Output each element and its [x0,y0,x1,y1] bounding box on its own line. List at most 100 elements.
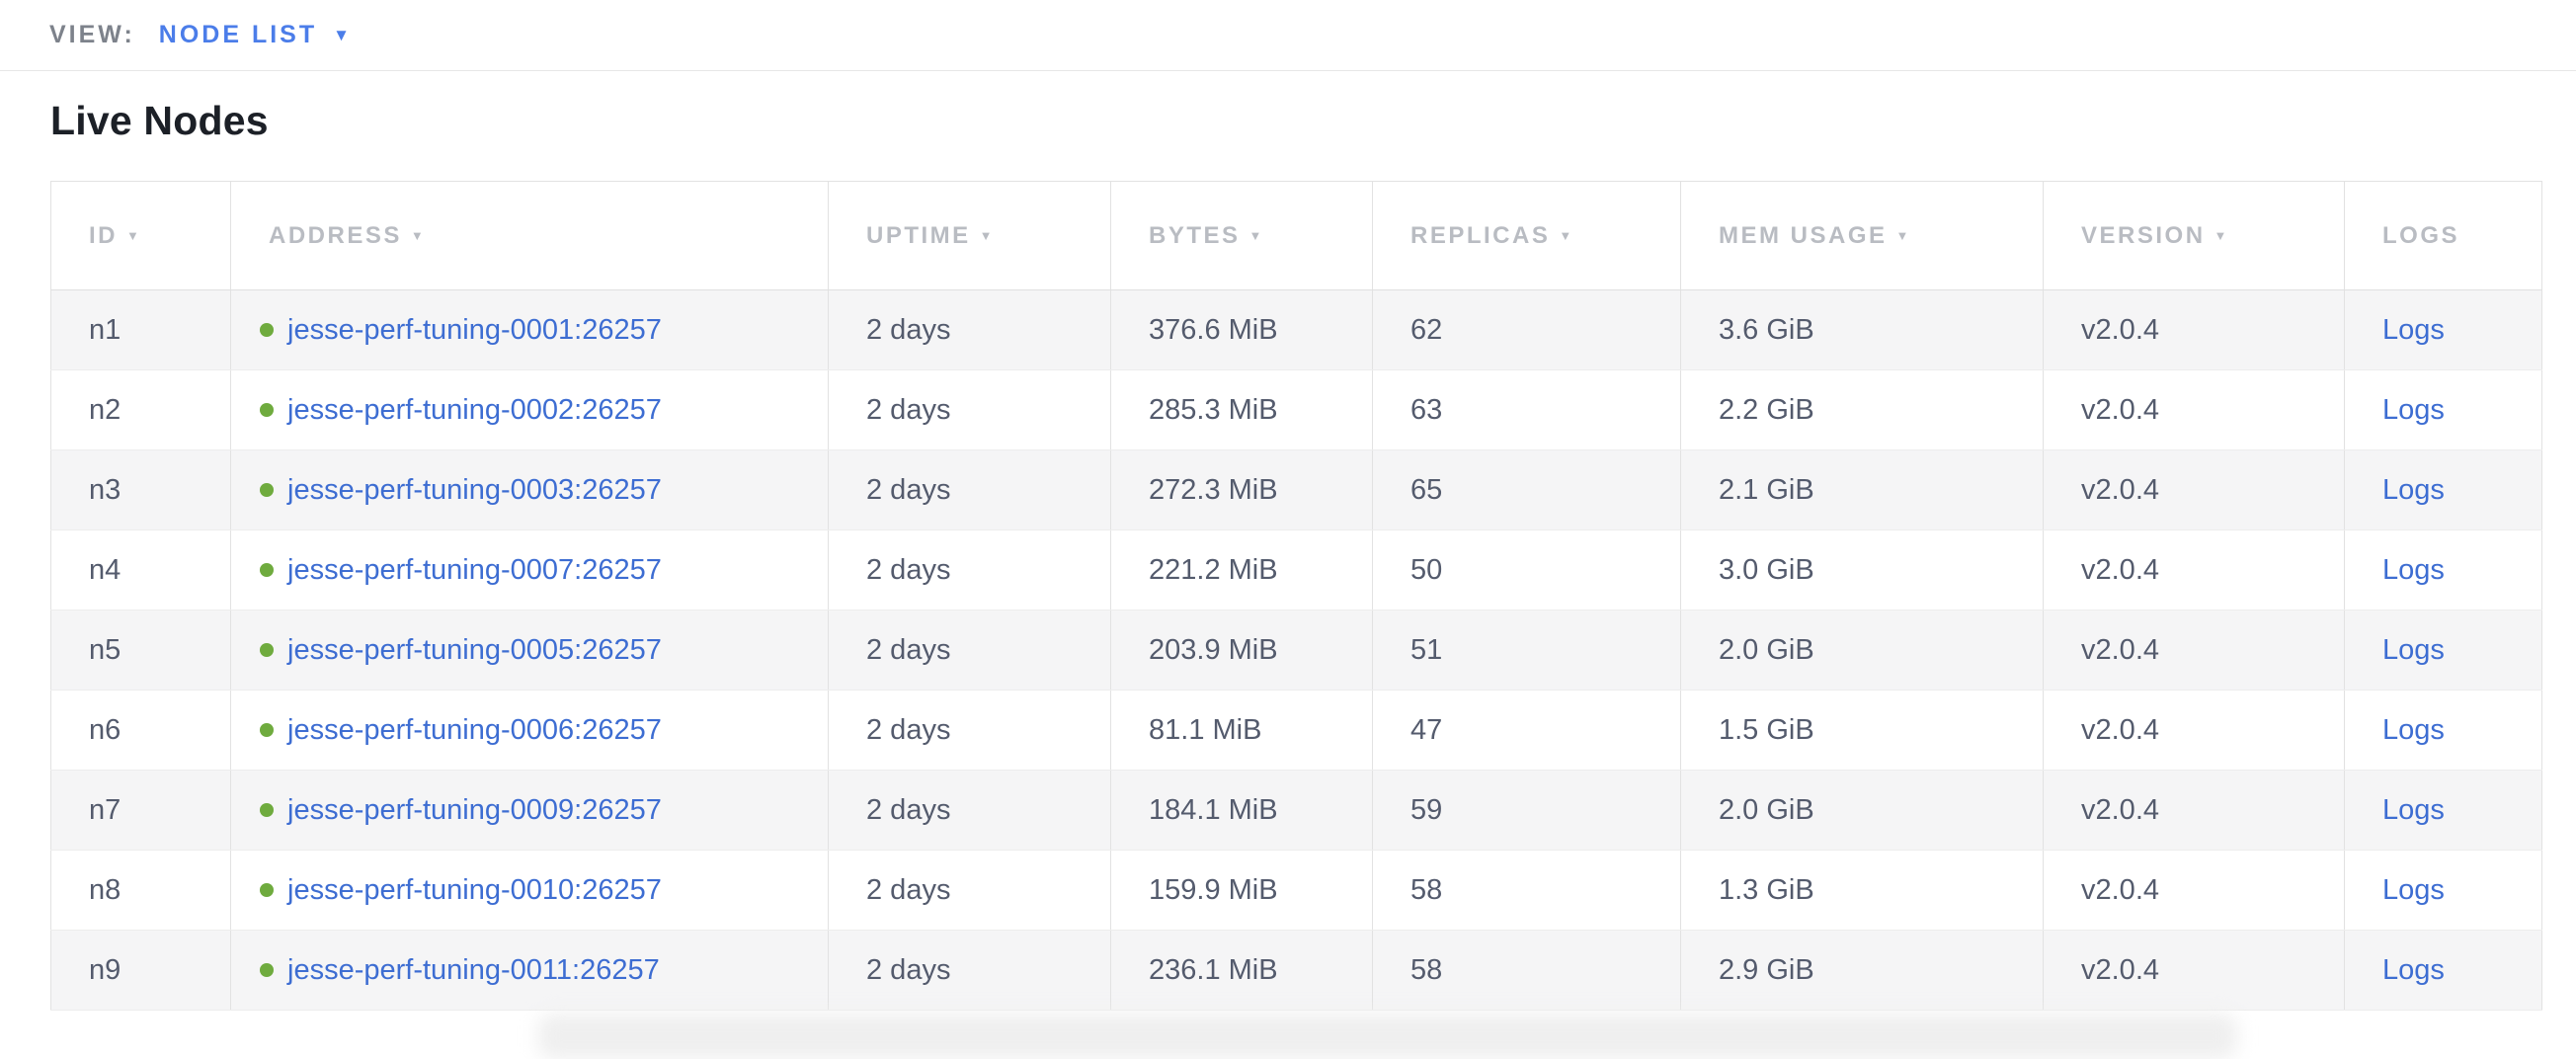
table-row: n3 jesse-perf-tuning-0003:26257 2 days 2… [51,450,2542,530]
node-address-link[interactable]: jesse-perf-tuning-0010:26257 [287,874,662,906]
node-replicas-cell: 62 [1373,290,1681,370]
node-bytes-cell: 203.9 MiB [1111,611,1373,691]
node-mem-usage-cell: 2.9 GiB [1681,931,2044,1011]
sort-caret-icon: ▼ [980,228,995,243]
node-version-cell: v2.0.4 [2044,530,2345,611]
main-content: Live Nodes ID▼ ADDRESS▼ UPTIME▼ BYTES▼ R… [0,97,2576,1011]
node-logs-cell: Logs [2345,851,2542,931]
node-address-cell: jesse-perf-tuning-0009:26257 [231,771,829,851]
table-row: n5 jesse-perf-tuning-0005:26257 2 days 2… [51,611,2542,691]
column-header-replicas[interactable]: REPLICAS▼ [1373,182,1681,290]
node-version-cell: v2.0.4 [2044,931,2345,1011]
node-logs-link[interactable]: Logs [2382,554,2445,586]
node-address-link[interactable]: jesse-perf-tuning-0011:26257 [287,954,660,986]
view-selected-value: NODE LIST [159,21,317,49]
column-header-id[interactable]: ID▼ [51,182,231,290]
node-logs-cell: Logs [2345,691,2542,771]
node-live-status-icon [260,563,274,577]
column-header-address[interactable]: ADDRESS▼ [231,182,829,290]
sort-caret-icon: ▼ [2214,228,2229,243]
node-version-cell: v2.0.4 [2044,691,2345,771]
node-replicas-cell: 65 [1373,450,1681,530]
node-bytes-cell: 376.6 MiB [1111,290,1373,370]
column-header-bytes[interactable]: BYTES▼ [1111,182,1373,290]
node-logs-cell: Logs [2345,450,2542,530]
node-mem-usage-cell: 2.0 GiB [1681,771,2044,851]
node-address-link[interactable]: jesse-perf-tuning-0005:26257 [287,634,662,666]
node-uptime-cell: 2 days [829,450,1111,530]
node-uptime-cell: 2 days [829,370,1111,450]
node-live-status-icon [260,643,274,657]
node-logs-link[interactable]: Logs [2382,634,2445,666]
node-live-status-icon [260,883,274,897]
sort-caret-icon: ▼ [126,228,141,243]
node-logs-link[interactable]: Logs [2382,714,2445,746]
node-bytes-cell: 221.2 MiB [1111,530,1373,611]
node-id-cell: n2 [51,370,231,450]
node-address-link[interactable]: jesse-perf-tuning-0006:26257 [287,714,662,746]
table-header-row: ID▼ ADDRESS▼ UPTIME▼ BYTES▼ REPLICAS▼ ME… [51,182,2542,290]
column-header-version[interactable]: VERSION▼ [2044,182,2345,290]
node-uptime-cell: 2 days [829,290,1111,370]
table-row: n4 jesse-perf-tuning-0007:26257 2 days 2… [51,530,2542,611]
node-id-cell: n9 [51,931,231,1011]
view-toolbar: VIEW: NODE LIST ▼ [0,0,2576,71]
node-address-link[interactable]: jesse-perf-tuning-0007:26257 [287,554,662,586]
node-logs-link[interactable]: Logs [2382,314,2445,346]
node-uptime-cell: 2 days [829,851,1111,931]
node-logs-link[interactable]: Logs [2382,474,2445,506]
table-row: n2 jesse-perf-tuning-0002:26257 2 days 2… [51,370,2542,450]
node-replicas-cell: 51 [1373,611,1681,691]
sort-caret-icon: ▼ [1249,228,1264,243]
node-logs-cell: Logs [2345,771,2542,851]
node-logs-cell: Logs [2345,931,2542,1011]
table-row: n9 jesse-perf-tuning-0011:26257 2 days 2… [51,931,2542,1011]
node-bytes-cell: 184.1 MiB [1111,771,1373,851]
node-address-cell: jesse-perf-tuning-0001:26257 [231,290,829,370]
table-row: n1 jesse-perf-tuning-0001:26257 2 days 3… [51,290,2542,370]
below-fold-card-shadow [538,1014,2237,1059]
node-address-link[interactable]: jesse-perf-tuning-0003:26257 [287,474,662,506]
node-address-link[interactable]: jesse-perf-tuning-0002:26257 [287,394,662,426]
node-replicas-cell: 47 [1373,691,1681,771]
node-address-link[interactable]: jesse-perf-tuning-0001:26257 [287,314,662,346]
node-mem-usage-cell: 1.5 GiB [1681,691,2044,771]
node-live-status-icon [260,963,274,977]
node-logs-link[interactable]: Logs [2382,874,2445,906]
node-mem-usage-cell: 2.2 GiB [1681,370,2044,450]
node-address-link[interactable]: jesse-perf-tuning-0009:26257 [287,794,662,826]
node-mem-usage-cell: 1.3 GiB [1681,851,2044,931]
page-title: Live Nodes [50,97,2576,144]
node-live-status-icon [260,723,274,737]
node-version-cell: v2.0.4 [2044,290,2345,370]
node-logs-link[interactable]: Logs [2382,794,2445,826]
node-version-cell: v2.0.4 [2044,611,2345,691]
node-live-status-icon [260,803,274,817]
node-logs-link[interactable]: Logs [2382,394,2445,426]
node-uptime-cell: 2 days [829,691,1111,771]
node-uptime-cell: 2 days [829,611,1111,691]
node-logs-link[interactable]: Logs [2382,954,2445,986]
node-bytes-cell: 236.1 MiB [1111,931,1373,1011]
column-header-logs: LOGS [2345,182,2542,290]
node-address-cell: jesse-perf-tuning-0005:26257 [231,611,829,691]
column-header-uptime[interactable]: UPTIME▼ [829,182,1111,290]
node-replicas-cell: 58 [1373,931,1681,1011]
column-header-mem-usage[interactable]: MEM USAGE▼ [1681,182,2044,290]
node-version-cell: v2.0.4 [2044,370,2345,450]
node-logs-cell: Logs [2345,370,2542,450]
view-select-dropdown[interactable]: NODE LIST ▼ [159,21,350,49]
live-nodes-table: ID▼ ADDRESS▼ UPTIME▼ BYTES▼ REPLICAS▼ ME… [50,181,2542,1011]
node-mem-usage-cell: 2.1 GiB [1681,450,2044,530]
table-row: n7 jesse-perf-tuning-0009:26257 2 days 1… [51,771,2542,851]
node-replicas-cell: 63 [1373,370,1681,450]
node-address-cell: jesse-perf-tuning-0003:26257 [231,450,829,530]
table-row: n8 jesse-perf-tuning-0010:26257 2 days 1… [51,851,2542,931]
node-uptime-cell: 2 days [829,931,1111,1011]
node-logs-cell: Logs [2345,290,2542,370]
node-address-cell: jesse-perf-tuning-0007:26257 [231,530,829,611]
node-id-cell: n5 [51,611,231,691]
node-mem-usage-cell: 3.0 GiB [1681,530,2044,611]
node-version-cell: v2.0.4 [2044,450,2345,530]
node-uptime-cell: 2 days [829,530,1111,611]
